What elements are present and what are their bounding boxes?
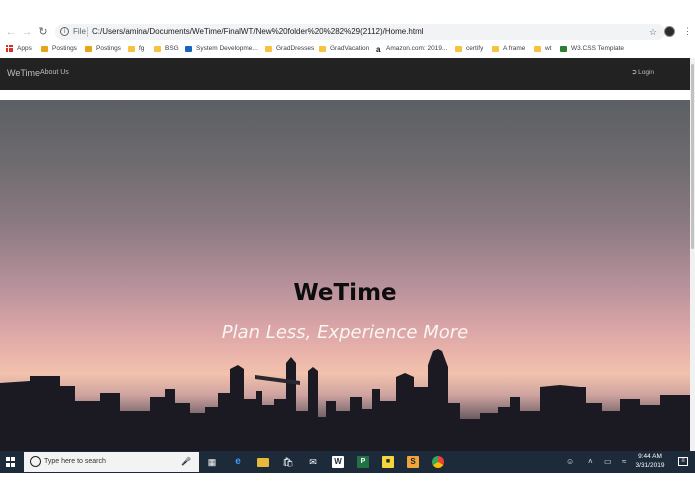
windows-taskbar: Type here to search 🎤 ▦ e 🛍 ✉ W P ■ S ☺ …: [0, 451, 695, 473]
sign-in-icon: ➲: [631, 69, 638, 76]
bookmark-label: GradDresses: [276, 45, 315, 52]
star-icon[interactable]: ☆: [649, 25, 657, 39]
bookmark-apps[interactable]: Apps: [6, 42, 32, 55]
task-view-icon[interactable]: ▦: [206, 456, 218, 468]
hero-title: WeTime: [293, 280, 397, 306]
bookmark-postings-1[interactable]: Postings: [41, 42, 77, 55]
bookmark-postings-2[interactable]: Postings: [85, 42, 121, 55]
bookmark-favicon: [560, 45, 567, 52]
folder-icon: [128, 45, 135, 52]
sublime-icon[interactable]: S: [407, 456, 419, 468]
folder-icon: [265, 45, 272, 52]
bookmark-bsg[interactable]: BSG: [154, 42, 179, 55]
bookmark-label: wt: [545, 45, 552, 52]
bookmarks-bar: Apps Postings Postings fg BSG System Dev…: [0, 42, 695, 55]
folder-icon: [455, 45, 462, 52]
chevron-up-icon[interactable]: ˄: [588, 456, 593, 468]
reload-icon[interactable]: ↻: [37, 25, 49, 39]
taskbar-clock[interactable]: 9:44 AM 3/31/2019: [632, 453, 668, 470]
mail-icon[interactable]: ✉: [307, 456, 319, 468]
search-placeholder: Type here to search: [44, 458, 106, 465]
bookmark-label: Postings: [96, 45, 121, 52]
chrome-icon[interactable]: [432, 456, 444, 468]
bookmark-favicon: [41, 45, 48, 52]
clock-time: 9:44 AM: [638, 453, 662, 460]
microphone-icon[interactable]: 🎤: [181, 456, 191, 468]
site-navbar: WeTime About Us ➲Login: [0, 58, 690, 90]
bookmark-wt[interactable]: wt: [534, 42, 552, 55]
folder-icon: [492, 45, 499, 52]
nav-about-us[interactable]: About Us: [40, 68, 69, 78]
bookmark-label: A frame: [503, 45, 526, 52]
hero-section: WeTime Plan Less, Experience More: [0, 100, 690, 451]
login-label: Login: [638, 69, 654, 76]
page-scrollbar[interactable]: [690, 58, 695, 451]
word-icon[interactable]: W: [332, 456, 344, 468]
nav-login[interactable]: ➲Login: [631, 68, 654, 78]
cortana-icon: [30, 456, 41, 467]
bookmark-certify[interactable]: certify: [455, 42, 483, 55]
scrollbar-thumb[interactable]: [691, 64, 694, 249]
kebab-menu-icon[interactable]: ⋮: [683, 26, 692, 37]
browser-chrome: ← → ↻ i File C:/Users/amina/Documents/We…: [0, 0, 695, 57]
network-icon[interactable]: ≈: [622, 456, 626, 468]
people-icon[interactable]: ☺: [566, 456, 574, 468]
bookmark-label: GradVacation: [330, 45, 370, 52]
sticky-notes-icon[interactable]: ■: [382, 456, 394, 468]
clock-date: 3/31/2019: [635, 461, 665, 469]
amazon-icon: a: [376, 44, 381, 54]
bookmark-label: Postings: [52, 45, 77, 52]
bookmark-a-frame[interactable]: A frame: [492, 42, 525, 55]
bookmark-fg[interactable]: fg: [128, 42, 144, 55]
apps-icon: [6, 45, 13, 52]
city-skyline-image: [0, 349, 690, 451]
bottom-margin: [0, 473, 695, 494]
url-text[interactable]: C:/Users/amina/Documents/WeTime/FinalWT/…: [92, 25, 424, 39]
windows-start-icon[interactable]: [6, 457, 16, 467]
battery-icon[interactable]: ▭: [604, 456, 612, 468]
bookmark-label: System Developme...: [196, 45, 258, 52]
folder-icon: [319, 45, 326, 52]
back-icon[interactable]: ←: [5, 25, 17, 39]
bookmark-favicon: [185, 45, 192, 52]
bookmark-w3css-template[interactable]: W3.CSS Template: [560, 42, 624, 55]
store-icon[interactable]: 🛍: [282, 456, 294, 468]
bookmark-label: certify: [466, 45, 484, 52]
bookmark-graddresses[interactable]: GradDresses: [265, 42, 314, 55]
edge-icon[interactable]: e: [232, 456, 244, 468]
bookmark-label: Amazon.com: 2019...: [386, 45, 448, 52]
folder-icon: [534, 45, 541, 52]
info-icon[interactable]: i: [60, 27, 69, 36]
taskbar-search[interactable]: Type here to search 🎤: [24, 452, 199, 472]
bookmark-amazon[interactable]: a Amazon.com: 2019...: [376, 42, 447, 55]
bookmark-label: BSG: [165, 45, 179, 52]
profile-avatar[interactable]: [664, 26, 675, 37]
bookmark-gradvacation[interactable]: GradVacation: [319, 42, 369, 55]
bookmark-system-development[interactable]: System Developme...: [185, 42, 258, 55]
forward-icon[interactable]: →: [21, 25, 33, 39]
notifications-icon[interactable]: ≡: [678, 457, 688, 466]
divider: [87, 27, 88, 37]
hero-subtitle: Plan Less, Experience More: [221, 322, 469, 343]
toolbar: ← → ↻ i File C:/Users/amina/Documents/We…: [0, 24, 695, 41]
bookmark-label: Apps: [17, 45, 32, 52]
brand-logo-text[interactable]: WeTime: [7, 67, 40, 79]
address-bar[interactable]: i File C:/Users/amina/Documents/WeTime/F…: [55, 24, 665, 40]
file-label: File: [73, 27, 86, 36]
folder-icon: [154, 45, 161, 52]
bookmark-label: W3.CSS Template: [571, 45, 624, 52]
bookmark-favicon: [85, 45, 92, 52]
project-icon[interactable]: P: [357, 456, 369, 468]
file-explorer-icon[interactable]: [257, 458, 269, 467]
bookmark-label: fg: [139, 45, 145, 52]
